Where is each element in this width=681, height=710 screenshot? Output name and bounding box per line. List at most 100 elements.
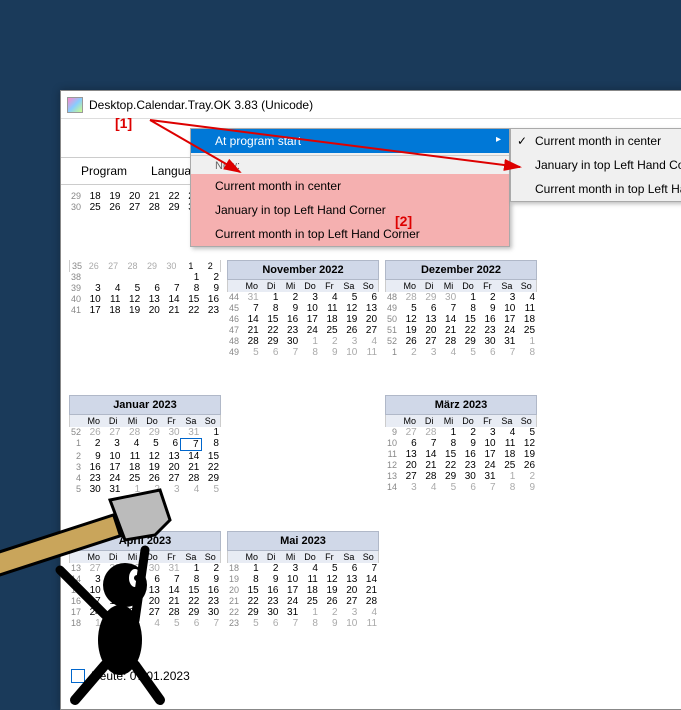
day-cell[interactable]: 21 [241, 325, 261, 336]
day-cell[interactable]: 3 [419, 347, 439, 358]
day-cell[interactable]: 11 [517, 303, 537, 314]
day-cell[interactable]: 19 [320, 585, 340, 596]
day-cell[interactable]: 29 [438, 471, 458, 482]
month-header[interactable]: Januar 2023 [69, 395, 221, 415]
day-cell[interactable]: 28 [359, 596, 379, 607]
day-cell[interactable]: 23 [201, 596, 221, 607]
day-cell[interactable]: 6 [419, 303, 439, 314]
day-cell[interactable]: 6 [478, 347, 498, 358]
day-cell[interactable]: 29 [142, 427, 162, 438]
day-cell[interactable]: 28 [241, 336, 261, 347]
day-cell[interactable]: 2 [320, 607, 340, 618]
day-cell[interactable]: 25 [320, 325, 340, 336]
day-cell[interactable]: 28 [438, 336, 458, 347]
day-cell[interactable]: 5 [438, 482, 458, 493]
day-cell[interactable]: 15 [241, 585, 261, 596]
day-cell[interactable]: 9 [478, 303, 498, 314]
day-cell[interactable]: 27 [359, 325, 379, 336]
day-cell[interactable]: 13 [419, 314, 439, 325]
day-cell[interactable]: 6 [399, 438, 419, 449]
day-cell[interactable]: 10 [340, 618, 360, 629]
menu-program[interactable]: Program [69, 161, 139, 181]
day-cell[interactable]: 12 [517, 438, 537, 449]
day-cell[interactable]: 7 [438, 303, 458, 314]
day-cell[interactable]: 6 [458, 482, 478, 493]
day-cell[interactable]: 18 [498, 449, 518, 460]
day-cell[interactable]: 7 [280, 618, 300, 629]
day-cell[interactable]: 10 [340, 347, 360, 358]
day-cell[interactable]: 5 [241, 618, 261, 629]
day-cell[interactable]: 12 [340, 303, 360, 314]
day-cell[interactable]: 8 [438, 438, 458, 449]
day-cell[interactable]: 26 [517, 460, 537, 471]
day-cell[interactable]: 25 [300, 596, 320, 607]
day-cell[interactable]: 22 [458, 325, 478, 336]
day-cell[interactable]: 5 [241, 347, 261, 358]
day-cell[interactable]: 8 [261, 303, 281, 314]
day-cell[interactable]: 10 [478, 438, 498, 449]
day-cell[interactable]: 11 [498, 438, 518, 449]
day-cell[interactable]: 4 [359, 336, 379, 347]
day-cell[interactable]: 5 [340, 292, 360, 303]
day-cell[interactable]: 28 [419, 427, 439, 438]
day-cell[interactable]: 21 [438, 325, 458, 336]
month-header[interactable]: Mai 2023 [227, 531, 379, 551]
day-cell[interactable]: 5 [517, 427, 537, 438]
day-cell[interactable]: 30 [162, 427, 182, 438]
day-cell[interactable]: 2 [261, 563, 281, 574]
day-cell[interactable]: 24 [300, 325, 320, 336]
day-cell[interactable]: 3 [300, 292, 320, 303]
day-cell[interactable]: 4 [438, 347, 458, 358]
day-cell[interactable]: 5 [320, 563, 340, 574]
day-cell[interactable]: 2 [320, 336, 340, 347]
day-cell[interactable]: 25 [517, 325, 537, 336]
day-cell[interactable]: 26 [320, 596, 340, 607]
day-cell[interactable]: 13 [399, 449, 419, 460]
day-cell[interactable]: 2 [399, 347, 419, 358]
day-cell[interactable]: 30 [201, 607, 221, 618]
day-cell[interactable]: 7 [359, 563, 379, 574]
day-cell[interactable]: 5 [201, 484, 221, 495]
day-cell[interactable]: 8 [300, 618, 320, 629]
day-cell[interactable]: 2 [478, 292, 498, 303]
day-cell[interactable]: 23 [458, 460, 478, 471]
day-cell[interactable]: 26 [83, 427, 103, 438]
day-cell[interactable]: 18 [517, 314, 537, 325]
day-cell[interactable]: 16 [458, 449, 478, 460]
day-cell[interactable]: 20 [399, 460, 419, 471]
day-cell[interactable]: 24 [280, 596, 300, 607]
day-cell[interactable]: 19 [399, 325, 419, 336]
day-cell[interactable]: 31 [498, 336, 518, 347]
day-cell[interactable]: 27 [103, 427, 123, 438]
day-cell[interactable]: 3 [280, 563, 300, 574]
day-cell[interactable]: 26 [340, 325, 360, 336]
day-cell[interactable]: 1 [241, 563, 261, 574]
day-cell[interactable]: 22 [261, 325, 281, 336]
day-cell[interactable]: 22 [241, 596, 261, 607]
day-cell[interactable]: 7 [201, 618, 221, 629]
day-cell[interactable]: 18 [300, 585, 320, 596]
day-cell[interactable]: 1 [458, 292, 478, 303]
day-cell[interactable]: 21 [419, 460, 439, 471]
day-cell[interactable]: 20 [359, 314, 379, 325]
day-cell[interactable]: 8 [517, 347, 537, 358]
day-cell[interactable]: 2 [458, 427, 478, 438]
day-cell[interactable]: 2 [201, 563, 221, 574]
day-cell[interactable]: 10 [280, 574, 300, 585]
day-cell[interactable]: 14 [359, 574, 379, 585]
month-header[interactable]: Dezember 2022 [385, 260, 537, 280]
day-cell[interactable]: 9 [517, 482, 537, 493]
day-cell[interactable]: 8 [241, 574, 261, 585]
titlebar[interactable]: Desktop.Calendar.Tray.OK 3.83 (Unicode) [61, 91, 681, 119]
day-cell[interactable]: 30 [280, 336, 300, 347]
dd-current-center[interactable]: Current month in center [191, 174, 509, 198]
day-cell[interactable]: 23 [280, 325, 300, 336]
month-header[interactable]: März 2023 [385, 395, 537, 415]
day-cell[interactable]: 7 [498, 347, 518, 358]
day-cell[interactable]: 1 [261, 292, 281, 303]
day-cell[interactable]: 15 [201, 451, 221, 462]
day-cell[interactable]: 6 [261, 618, 281, 629]
day-cell[interactable]: 19 [517, 449, 537, 460]
day-cell[interactable]: 5 [399, 303, 419, 314]
day-cell[interactable]: 30 [478, 336, 498, 347]
